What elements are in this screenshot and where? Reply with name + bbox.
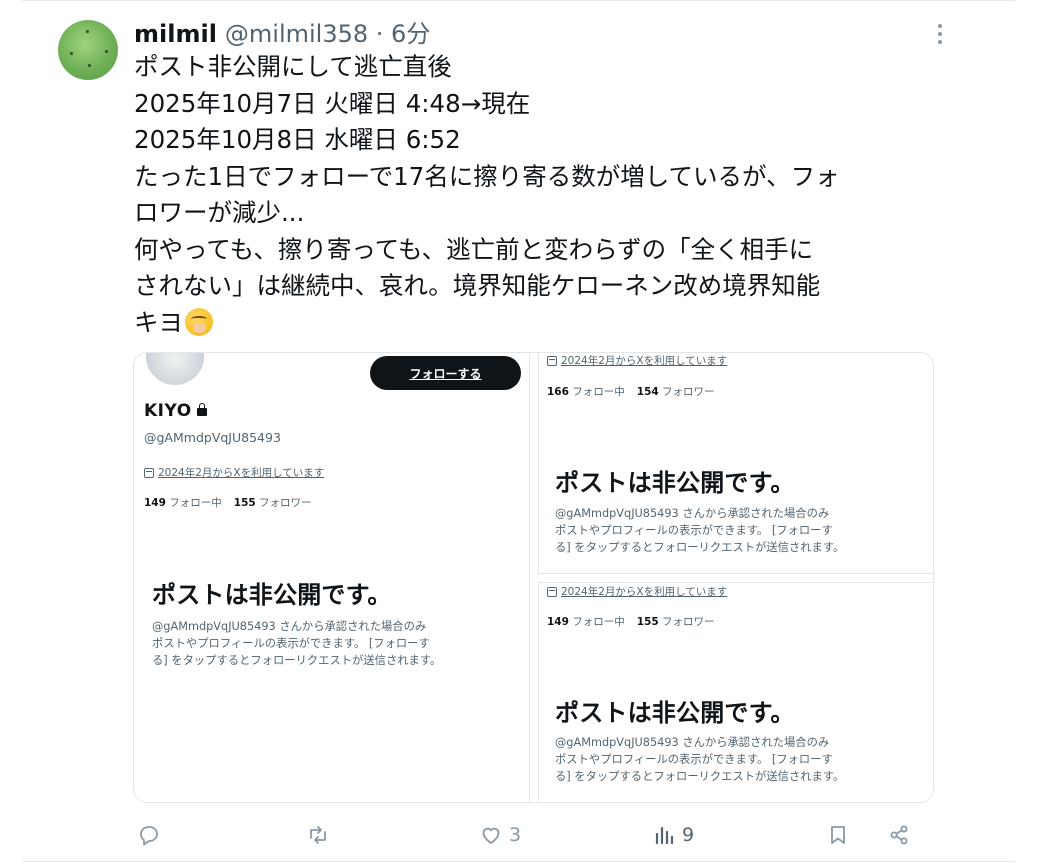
tweet-line: されない」は継続中、哀れ。境界知能ケローネン改め境界知能 <box>134 271 821 300</box>
more-options-icon[interactable] <box>928 22 952 46</box>
private-desc-line: @gAMmdpVqJU85493 さんから承認された場合のみ <box>555 736 830 749</box>
kiyo-handle: @gAMmdpVqJU85493 <box>144 430 281 445</box>
follow-counts: 166 フォロー中 154 フォロワー <box>547 384 715 399</box>
private-description: @gAMmdpVqJU85493 さんから承認された場合のみ ポストやプロフィー… <box>555 505 915 556</box>
kiyo-avatar <box>144 353 206 387</box>
private-desc-line: ポストやプロフィールの表示ができます。 [フォローす <box>555 524 833 537</box>
like-count: 3 <box>509 824 522 846</box>
tweet-line-last: キヨ <box>134 305 934 342</box>
kiyo-name: KIYO <box>144 401 207 421</box>
private-desc-line: る] をタップするとフォローリクエストが送信されます。 <box>555 770 845 783</box>
display-name[interactable]: milmil <box>134 20 217 48</box>
tweet-header: milmil @milmil358 · 6分 <box>134 14 430 48</box>
follow-counts: 149 フォロー中 155 フォロワー <box>547 614 715 629</box>
private-desc-line: る] をタップするとフォローリクエストが送信されます。 <box>152 654 442 667</box>
bookmark-button[interactable] <box>826 818 850 852</box>
private-title: ポストは非公開です。 <box>555 699 795 727</box>
reply-icon <box>140 826 158 846</box>
following-count: 149 <box>144 497 166 509</box>
action-bar: 3 9 <box>134 818 924 852</box>
following-label: フォロー中 <box>572 386 625 398</box>
private-desc-line: @gAMmdpVqJU85493 さんから承認された場合のみ <box>555 507 830 520</box>
bottom-divider <box>22 861 1015 862</box>
private-desc-line: @gAMmdpVqJU85493 さんから承認された場合のみ <box>152 620 427 633</box>
followers-label: フォロワー <box>662 616 715 628</box>
screenshot-left[interactable]: フォローする KIYO @gAMmdpVqJU85493 2024年2月からXを… <box>134 353 530 802</box>
private-desc-line: る] をタップするとフォローリクエストが送信されます。 <box>555 541 845 554</box>
tweet-line: 何やっても、擦り寄っても、逃亡前と変わらずの「全く相手に <box>134 234 814 264</box>
private-desc-line: ポストやプロフィールの表示ができます。 [フォローす <box>152 637 430 650</box>
face-with-hand-over-mouth-icon <box>185 307 213 336</box>
joined-text: 2024年2月からXを利用しています <box>158 467 325 479</box>
followers-label: フォロワー <box>662 386 715 398</box>
joined-date: 2024年2月からXを利用しています <box>144 465 324 480</box>
following-label: フォロー中 <box>169 497 222 509</box>
heart-icon <box>482 827 500 844</box>
repost-button[interactable] <box>306 818 330 852</box>
share-icon <box>890 825 908 845</box>
followers-label: フォロワー <box>259 497 312 509</box>
private-description: @gAMmdpVqJU85493 さんから承認された場合のみ ポストやプロフィー… <box>152 618 512 669</box>
private-title: ポストは非公開です。 <box>555 469 795 497</box>
bookmark-icon <box>831 826 845 844</box>
joined-date: 2024年2月からXを利用しています <box>547 584 727 599</box>
private-description: @gAMmdpVqJU85493 さんから承認された場合のみ ポストやプロフィー… <box>555 734 915 785</box>
calendar-icon <box>547 586 557 597</box>
handle-and-time[interactable]: @milmil358 · 6分 <box>225 14 430 49</box>
tweet-line: ポスト非公開にして逃亡直後 <box>134 52 452 81</box>
share-button[interactable] <box>887 818 911 852</box>
follow-counts: 149 フォロー中 155 フォロワー <box>144 495 312 510</box>
views-icon <box>655 826 674 845</box>
views-count: 9 <box>682 824 695 846</box>
tweet-line: ロワーが減少... <box>134 198 305 227</box>
followers-count: 154 <box>636 386 659 398</box>
screenshot-right-top[interactable]: 2024年2月からXを利用しています 166 フォロー中 154 フォロワー ポス… <box>538 353 933 574</box>
follow-button: フォローする <box>370 356 521 390</box>
private-desc-line: ポストやプロフィールの表示ができます。 [フォローす <box>555 753 833 766</box>
private-title: ポストは非公開です。 <box>152 581 392 609</box>
tweet-line: たった1日でフォローで17名に擦り寄る数が増しているが、フォ <box>134 161 840 191</box>
top-divider <box>22 0 1015 1</box>
following-count: 149 <box>547 616 569 628</box>
like-button[interactable]: 3 <box>479 818 521 852</box>
joined-text: 2024年2月からXを利用しています <box>561 355 728 367</box>
calendar-icon <box>144 467 154 478</box>
tweet-line: 2025年10月7日 火曜日 4:48→現在 <box>134 88 531 118</box>
media-grid[interactable]: フォローする KIYO @gAMmdpVqJU85493 2024年2月からXを… <box>133 352 934 803</box>
calendar-icon <box>547 355 557 366</box>
tweet-line: キヨ <box>134 307 183 337</box>
lock-icon <box>196 403 207 416</box>
followers-count: 155 <box>636 616 659 628</box>
screenshot-right-bottom[interactable]: 2024年2月からXを利用しています 149 フォロー中 155 フォロワー ポス… <box>538 582 933 802</box>
user-avatar[interactable] <box>58 20 118 80</box>
tweet-line: 2025年10月8日 水曜日 6:52 <box>134 125 461 154</box>
kiyo-name-text: KIYO <box>144 401 192 421</box>
joined-date: 2024年2月からXを利用しています <box>547 353 727 368</box>
following-count: 166 <box>547 386 569 398</box>
views-button[interactable]: 9 <box>652 818 694 852</box>
followers-count: 155 <box>233 497 256 509</box>
following-label: フォロー中 <box>572 616 625 628</box>
repost-icon <box>310 826 326 844</box>
reply-button[interactable] <box>137 818 161 852</box>
joined-text: 2024年2月からXを利用しています <box>561 586 728 598</box>
tweet-text: ポスト非公開にして逃亡直後 2025年10月7日 火曜日 4:48→現在 202… <box>134 49 934 341</box>
